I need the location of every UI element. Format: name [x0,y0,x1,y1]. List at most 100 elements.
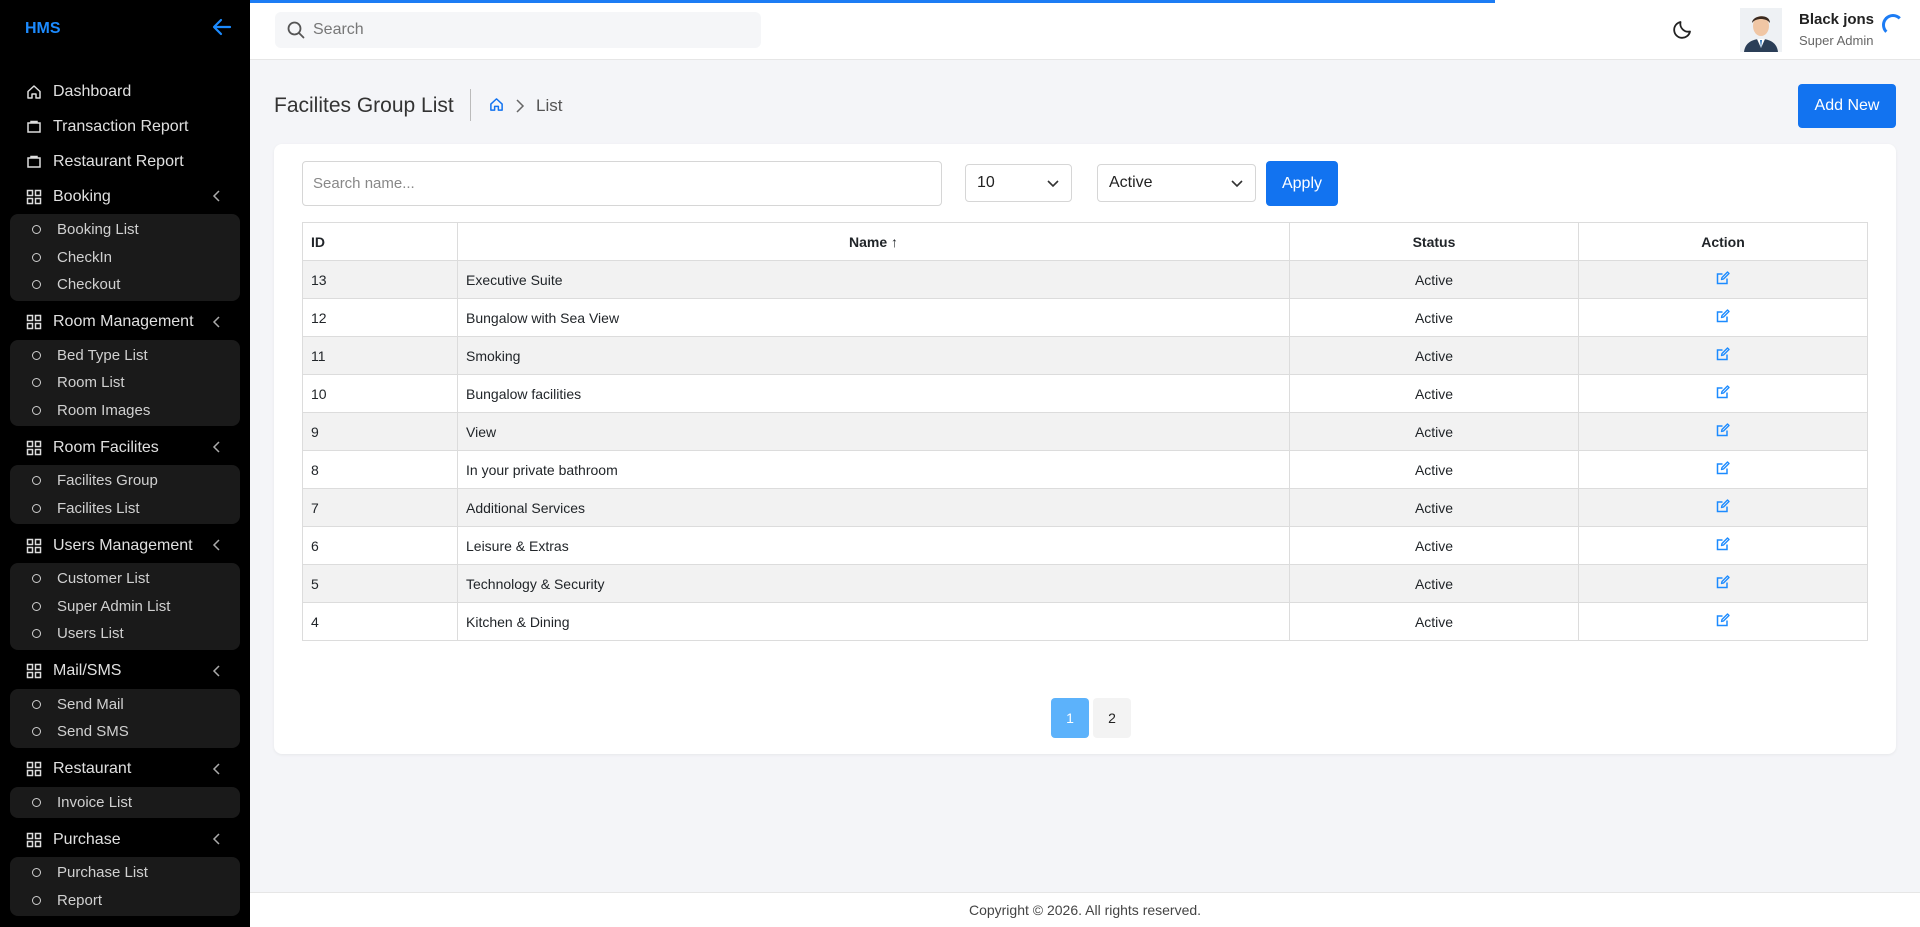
submenu-item[interactable]: Users List [10,620,240,648]
submenu-booking: Booking List CheckIn Checkout [10,214,240,301]
status-value: Active [1109,174,1153,191]
cell-action [1578,260,1868,299]
avatar[interactable] [1740,8,1782,52]
submenu-item[interactable]: Checkout [10,271,240,299]
column-header-action: Action [1578,222,1868,261]
submenu-item-label: Users List [57,625,124,643]
cell-id: 9 [302,412,458,451]
column-header-name[interactable]: Name ↑ [457,222,1290,261]
collapse-sidebar-icon[interactable] [212,18,232,40]
chevron-left-icon [210,664,224,678]
edit-icon[interactable] [1716,271,1730,288]
cell-name: View [457,412,1290,451]
cell-id: 4 [302,602,458,641]
sidebar-item-users-management[interactable]: Users Management [0,528,250,563]
edit-icon[interactable] [1716,613,1730,630]
sidebar-item-room-facilites[interactable]: Room Facilites [0,430,250,465]
sidebar-item-room-management[interactable]: Room Management [0,305,250,340]
breadcrumb-current: List [536,96,563,115]
table-header-row: ID Name ↑ Status Action [302,222,1868,261]
edit-icon[interactable] [1716,423,1730,440]
page-button[interactable]: 1 [1051,698,1089,738]
sidebar-item-label: Restaurant [53,760,132,777]
edit-icon[interactable] [1716,537,1730,554]
submenu-item[interactable]: CheckIn [10,244,240,272]
circle-bullet-icon [32,476,41,486]
submenu-item[interactable]: Room List [10,369,240,397]
submenu-item[interactable]: Send SMS [10,718,240,746]
cell-action [1578,602,1868,641]
page-button[interactable]: 2 [1093,698,1131,738]
column-header-id[interactable]: ID [302,222,458,261]
brand-logo[interactable]: HMS [25,20,61,38]
submenu-item[interactable]: Booking List [10,216,240,244]
submenu-room-management: Bed Type List Room List Room Images [10,339,240,426]
edit-icon[interactable] [1716,309,1730,326]
chevron-left-icon [210,315,224,329]
dark-mode-moon-icon[interactable] [1672,18,1694,45]
submenu-item-label: Booking List [57,221,139,239]
circle-bullet-icon [32,895,41,905]
column-header-status[interactable]: Status [1289,222,1579,261]
sidebar-item-label: Booking [53,187,111,205]
cell-status: Active [1289,450,1579,489]
sidebar-item-dashboard[interactable]: Dashboard [0,74,250,109]
sidebar-item-booking[interactable]: Booking [0,179,250,214]
edit-icon[interactable] [1716,461,1730,478]
cell-id: 11 [302,336,458,375]
circle-bullet-icon [32,252,41,262]
cell-status: Active [1289,526,1579,565]
per-page-value: 10 [977,174,995,191]
submenu-item[interactable]: Report [10,887,240,915]
home-icon [25,83,43,101]
submenu-item[interactable]: Send Mail [10,691,240,719]
submenu-item[interactable]: Room Images [10,397,240,425]
breadcrumb-home-icon[interactable] [489,97,504,117]
submenu-item[interactable]: Bed Type List [10,342,240,370]
sidebar-item-label: Room Facilites [53,438,159,456]
edit-icon[interactable] [1716,347,1730,364]
submenu-item-label: Room List [57,374,125,392]
submenu-item[interactable]: Invoice List [10,789,240,817]
edit-icon[interactable] [1716,575,1730,592]
circle-bullet-icon [32,699,41,709]
per-page-select[interactable]: 10 [965,164,1072,202]
apply-button[interactable]: Apply [1266,161,1338,206]
table-row: 5 Technology & Security Active [302,564,1868,603]
sidebar-item-purchase[interactable]: Purchase [0,822,250,857]
circle-bullet-icon [32,350,41,360]
submenu-item[interactable]: Facilites Group [10,467,240,495]
global-search-input[interactable] [313,21,733,39]
submenu-purchase: Purchase List Report [10,857,240,916]
submenu-item[interactable]: Facilites List [10,495,240,523]
sidebar-item-restaurant-report[interactable]: Restaurant Report [0,144,250,179]
cell-action [1578,298,1868,337]
grid-icon [25,760,43,778]
add-new-button[interactable]: Add New [1798,84,1896,128]
circle-bullet-icon [32,405,41,415]
sidebar-item-restaurant[interactable]: Restaurant [0,752,250,787]
edit-icon[interactable] [1716,499,1730,516]
list-card: 10 Active Apply ID Name ↑ Status Action … [274,144,1896,754]
sidebar-item-system-management[interactable]: System Management [0,920,250,927]
submenu-item[interactable]: Super Admin List [10,593,240,621]
edit-icon[interactable] [1716,385,1730,402]
loading-progress-bar [250,0,1495,3]
sidebar-item-mail-sms[interactable]: Mail/SMS [0,654,250,689]
user-name[interactable]: Black jons [1799,11,1874,28]
sidebar-item-transaction-report[interactable]: Transaction Report [0,109,250,144]
submenu-item-label: Bed Type List [57,346,148,364]
circle-bullet-icon [32,574,41,584]
circle-bullet-icon [32,378,41,388]
name-search-input[interactable] [302,161,942,206]
sidebar-item-label: Purchase [53,830,121,848]
submenu-item[interactable]: Purchase List [10,859,240,887]
submenu-item-label: Report [57,891,103,909]
submenu-item[interactable]: Customer List [10,565,240,593]
cell-status: Active [1289,564,1579,603]
submenu-item-label: Room Images [57,401,151,419]
status-select[interactable]: Active [1097,164,1256,202]
circle-bullet-icon [32,727,41,737]
submenu-item-label: Super Admin List [57,597,171,615]
chevron-left-icon [210,440,224,454]
